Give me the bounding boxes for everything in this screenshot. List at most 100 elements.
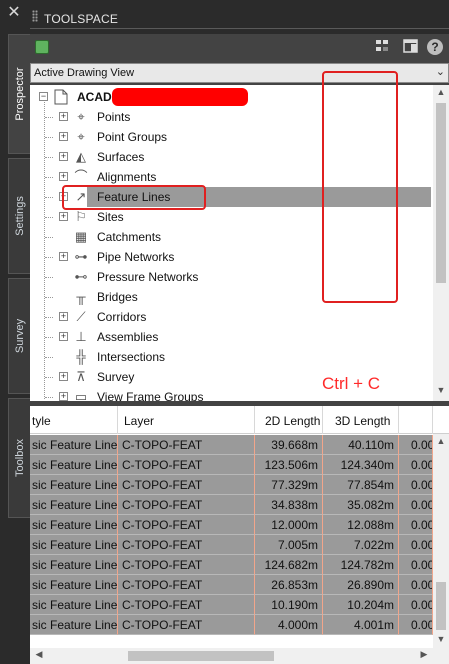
cell-next[interactable]: 0.00 bbox=[399, 495, 433, 515]
scroll-up-icon[interactable]: ▲ bbox=[433, 87, 449, 101]
cell-next[interactable]: 0.00 bbox=[399, 515, 433, 535]
table-row[interactable]: sic Feature Line C-TOPO-FEAT 26.853m 26.890… bbox=[30, 575, 433, 595]
cell-next[interactable]: 0.00 bbox=[399, 615, 433, 635]
tree-item[interactable]: + ⊥ Assemblies bbox=[30, 327, 430, 347]
cell-style[interactable]: sic Feature Line bbox=[30, 595, 118, 615]
cell-2d-length[interactable]: 34.838m bbox=[255, 495, 323, 515]
cell-3d-length[interactable]: 26.890m bbox=[323, 575, 399, 595]
scroll-down-icon[interactable]: ▼ bbox=[433, 634, 449, 648]
cell-style[interactable]: sic Feature Line bbox=[30, 575, 118, 595]
cell-layer[interactable]: C-TOPO-FEAT bbox=[118, 455, 255, 475]
item-view-icon[interactable] bbox=[402, 39, 418, 55]
table-row[interactable]: sic Feature Line C-TOPO-FEAT 39.668m 40.110… bbox=[30, 435, 433, 455]
cell-next[interactable]: 0.00 bbox=[399, 535, 433, 555]
cell-style[interactable]: sic Feature Line bbox=[30, 615, 118, 635]
expand-icon[interactable]: + bbox=[59, 372, 68, 381]
cell-3d-length[interactable]: 12.088m bbox=[323, 515, 399, 535]
cell-next[interactable]: 0.00 bbox=[399, 455, 433, 475]
cell-style[interactable]: sic Feature Line bbox=[30, 455, 118, 475]
expand-icon[interactable]: + bbox=[59, 392, 68, 401]
tree-item[interactable]: ╬ Intersections bbox=[30, 347, 430, 367]
cell-next[interactable]: 0.00 bbox=[399, 575, 433, 595]
table-row[interactable]: sic Feature Line C-TOPO-FEAT 7.005m 7.022m 0… bbox=[30, 535, 433, 555]
cell-layer[interactable]: C-TOPO-FEAT bbox=[118, 595, 255, 615]
expand-icon[interactable]: + bbox=[59, 332, 68, 341]
cell-layer[interactable]: C-TOPO-FEAT bbox=[118, 475, 255, 495]
help-icon[interactable]: ? bbox=[427, 39, 443, 55]
cell-style[interactable]: sic Feature Line bbox=[30, 435, 118, 455]
scroll-down-icon[interactable]: ▼ bbox=[433, 385, 449, 399]
cell-3d-length[interactable]: 35.082m bbox=[323, 495, 399, 515]
drag-grip-icon[interactable] bbox=[32, 10, 38, 22]
cell-3d-length[interactable]: 124.340m bbox=[323, 455, 399, 475]
tab-settings[interactable]: Settings bbox=[8, 158, 30, 274]
table-row[interactable]: sic Feature Line C-TOPO-FEAT 4.000m 4.001m 0… bbox=[30, 615, 433, 635]
expand-icon[interactable]: + bbox=[59, 312, 68, 321]
cell-3d-length[interactable]: 124.782m bbox=[323, 555, 399, 575]
cell-2d-length[interactable]: 39.668m bbox=[255, 435, 323, 455]
cell-layer[interactable]: C-TOPO-FEAT bbox=[118, 555, 255, 575]
header-2d-length[interactable]: 2D Length bbox=[255, 406, 323, 434]
collapse-icon[interactable]: − bbox=[39, 92, 48, 101]
scroll-left-icon[interactable]: ◀ bbox=[32, 649, 46, 660]
cell-3d-length[interactable]: 10.204m bbox=[323, 595, 399, 615]
cell-style[interactable]: sic Feature Line bbox=[30, 475, 118, 495]
cell-style[interactable]: sic Feature Line bbox=[30, 535, 118, 555]
expand-icon[interactable]: + bbox=[59, 112, 68, 121]
tab-toolbox[interactable]: Toolbox bbox=[8, 398, 30, 518]
cell-3d-length[interactable]: 40.110m bbox=[323, 435, 399, 455]
grid-horizontal-scrollbar[interactable]: ◀ ▶ bbox=[30, 648, 449, 664]
expand-icon[interactable]: + bbox=[59, 212, 68, 221]
grid-vertical-scrollbar[interactable]: ▲ ▼ bbox=[433, 434, 449, 648]
cell-2d-length[interactable]: 124.682m bbox=[255, 555, 323, 575]
cell-layer[interactable]: C-TOPO-FEAT bbox=[118, 575, 255, 595]
table-row[interactable]: sic Feature Line C-TOPO-FEAT 12.000m 12.088… bbox=[30, 515, 433, 535]
header-next[interactable] bbox=[399, 406, 433, 434]
cell-next[interactable]: 0.00 bbox=[399, 555, 433, 575]
cell-style[interactable]: sic Feature Line bbox=[30, 555, 118, 575]
tab-prospector[interactable]: Prospector bbox=[8, 34, 30, 154]
scroll-thumb[interactable] bbox=[436, 103, 446, 283]
cell-layer[interactable]: C-TOPO-FEAT bbox=[118, 615, 255, 635]
cell-2d-length[interactable]: 4.000m bbox=[255, 615, 323, 635]
cell-style[interactable]: sic Feature Line bbox=[30, 495, 118, 515]
cell-2d-length[interactable]: 7.005m bbox=[255, 535, 323, 555]
header-3d-length[interactable]: 3D Length bbox=[323, 406, 399, 434]
scroll-thumb[interactable] bbox=[128, 651, 274, 661]
cell-next[interactable]: 0.00 bbox=[399, 475, 433, 495]
cell-layer[interactable]: C-TOPO-FEAT bbox=[118, 535, 255, 555]
tab-survey[interactable]: Survey bbox=[8, 278, 30, 394]
scroll-thumb[interactable] bbox=[436, 582, 446, 630]
cell-style[interactable]: sic Feature Line bbox=[30, 515, 118, 535]
tree-scrollbar[interactable]: ▲ ▼ bbox=[433, 85, 449, 401]
cell-2d-length[interactable]: 123.506m bbox=[255, 455, 323, 475]
expand-icon[interactable]: + bbox=[59, 252, 68, 261]
header-layer[interactable]: Layer bbox=[118, 406, 255, 434]
tree-item[interactable]: + ⟋ Corridors bbox=[30, 307, 430, 327]
cell-2d-length[interactable]: 77.329m bbox=[255, 475, 323, 495]
table-row[interactable]: sic Feature Line C-TOPO-FEAT 10.190m 10.204… bbox=[30, 595, 433, 615]
cell-next[interactable]: 0.00 bbox=[399, 435, 433, 455]
cell-3d-length[interactable]: 4.001m bbox=[323, 615, 399, 635]
table-row[interactable]: sic Feature Line C-TOPO-FEAT 77.329m 77.854… bbox=[30, 475, 433, 495]
expand-icon[interactable]: + bbox=[59, 132, 68, 141]
expand-icon[interactable]: + bbox=[59, 172, 68, 181]
table-row[interactable]: sic Feature Line C-TOPO-FEAT 124.682m 124.7… bbox=[30, 555, 433, 575]
cell-3d-length[interactable]: 77.854m bbox=[323, 475, 399, 495]
expand-icon[interactable]: + bbox=[59, 152, 68, 161]
cell-3d-length[interactable]: 7.022m bbox=[323, 535, 399, 555]
cell-next[interactable]: 0.00 bbox=[399, 595, 433, 615]
scroll-right-icon[interactable]: ▶ bbox=[417, 649, 431, 660]
cell-2d-length[interactable]: 26.853m bbox=[255, 575, 323, 595]
drawing-icon[interactable] bbox=[35, 40, 49, 54]
table-row[interactable]: sic Feature Line C-TOPO-FEAT 123.506m 124.3… bbox=[30, 455, 433, 475]
cell-layer[interactable]: C-TOPO-FEAT bbox=[118, 495, 255, 515]
close-icon[interactable]: ✕ bbox=[4, 3, 24, 23]
cell-2d-length[interactable]: 10.190m bbox=[255, 595, 323, 615]
header-style[interactable]: tyle bbox=[30, 406, 118, 434]
scroll-up-icon[interactable]: ▲ bbox=[433, 436, 449, 450]
cell-layer[interactable]: C-TOPO-FEAT bbox=[118, 515, 255, 535]
table-row[interactable]: sic Feature Line C-TOPO-FEAT 34.838m 35.082… bbox=[30, 495, 433, 515]
cell-layer[interactable]: C-TOPO-FEAT bbox=[118, 435, 255, 455]
preview-icon[interactable] bbox=[374, 39, 390, 55]
